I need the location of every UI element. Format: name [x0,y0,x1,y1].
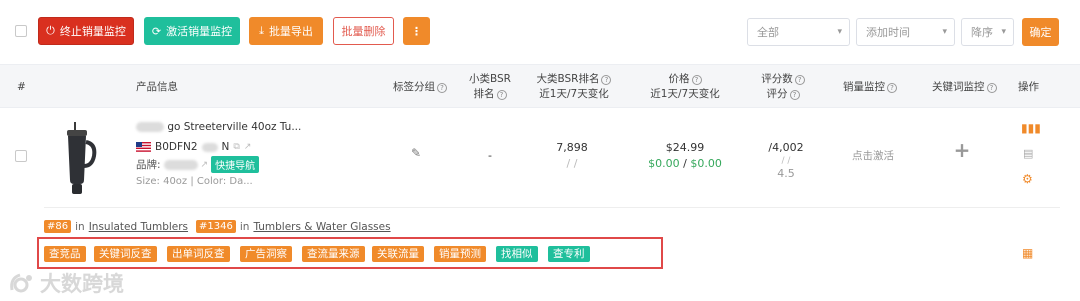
header-reviews: 评分数? 评分? [758,72,808,102]
watermark: 大数跨境 [8,268,124,298]
product-image[interactable] [60,122,98,196]
help-icon[interactable]: ? [437,83,447,93]
main-bsr-change: / / [566,157,578,170]
row-divider [44,207,1060,208]
more-vertical-icon: ⋮ [411,24,422,38]
related-traffic-button[interactable]: 关联流量 [372,246,424,262]
activate-sales-monitor-button[interactable]: ⟳ 激活销量监控 [144,17,240,45]
help-icon[interactable]: ? [496,90,507,100]
blurred-text [201,142,218,152]
product-variant: Size: 40oz | Color: Da... [136,176,253,187]
header-actions: 操作 [1018,81,1039,93]
header-sales-monitor: 销量监控? [843,80,897,95]
stop-sales-monitor-button[interactable]: ⏻ 终止销量监控 [38,17,134,45]
price-separator: / [683,157,687,170]
row-checkbox[interactable] [15,150,27,162]
bar-chart-icon[interactable]: ▮▮▮ [1021,120,1041,136]
main-bsr-cell: 7,898 / / [540,140,604,172]
ad-insight-button[interactable]: 广告洞察 [240,246,292,262]
help-icon[interactable]: ? [794,75,805,85]
chevron-down-icon: ▾ [942,27,947,37]
sort-order-select[interactable]: 降序 ▾ [961,18,1014,46]
category-link[interactable]: Tumblers & Water Glasses [253,221,390,233]
us-flag-icon [136,142,151,152]
bulk-export-button[interactable]: ⤓ 批量导出 [249,17,323,45]
table-header: # 产品信息 标签分组? 小类BSR 排名? 大类BSR排名? 近1天/7天变化… [0,64,1080,108]
confirm-button[interactable]: 确定 [1022,18,1059,46]
rank-badge: #1346 [196,220,236,233]
refresh-icon: ⟳ [151,24,162,38]
sort-field-select[interactable]: 添加时间 ▾ [856,18,955,46]
chevron-down-icon: ▾ [1001,27,1006,37]
sub-bsr-value: - [488,149,492,162]
price-change-1d: $0.00 [648,157,680,170]
header-keyword-monitor: 关键词监控? [932,80,997,95]
find-competitors-button[interactable]: 查竞品 [44,246,86,262]
main-bsr-value: 7,898 [556,141,588,154]
select-all-checkbox[interactable] [15,25,27,37]
add-keyword-monitor-button[interactable]: + [953,140,971,160]
toolbar: ⏻ 终止销量监控 ⟳ 激活销量监控 ⤓ 批量导出 批量删除 ⋮ 全部 ▾ 添加时… [0,0,1080,64]
help-icon[interactable]: ? [986,83,997,93]
rank-badge: #86 [44,220,72,233]
power-icon: ⏻ [46,24,55,37]
help-icon[interactable]: ? [691,75,702,85]
copy-icon[interactable]: ⧉ [233,142,239,152]
blurred-text [163,159,198,170]
header-sub-bsr: 小类BSR 排名? [469,73,511,100]
traffic-source-button[interactable]: 查流量来源 [302,246,365,262]
table-row: go Streeterville 40oz Tu... B0DFN2 N ⧉ ↗ … [0,108,1080,208]
asin-prefix[interactable]: B0DFN2 [155,141,198,153]
find-similar-button[interactable]: 找相似 [496,246,538,262]
help-icon[interactable]: ? [601,75,612,85]
price-cell: $24.99 $0.00 / $0.00 [640,140,730,172]
header-index: # [17,81,26,93]
external-link-icon[interactable]: ↗ [244,142,252,152]
activate-monitor-link[interactable]: 点击激活 [848,148,898,164]
price-value: $24.99 [665,141,705,154]
price-change-7d: $0.00 [690,157,722,170]
product-brand: 品牌: ↗ 快捷导航 [136,156,260,173]
header-tag-group: 标签分组? [393,80,447,95]
product-title[interactable]: go Streeterville 40oz Tu... [136,121,301,133]
logo-icon [10,273,32,293]
external-link-icon[interactable]: ↗ [201,160,209,170]
patent-check-button[interactable]: 查专利 [548,246,590,262]
header-main-bsr: 大类BSR排名? 近1天/7天变化 [530,72,618,102]
reviews-change: / / [781,156,791,166]
help-icon[interactable]: ? [887,83,897,93]
chevron-down-icon: ▾ [837,27,842,37]
more-options-button[interactable]: ⋮ [403,17,430,45]
pencil-icon[interactable]: ✎ [411,145,421,161]
quick-nav-button[interactable]: 快捷导航 [211,156,260,173]
header-product-info: 产品信息 [136,81,178,93]
reviews-value: /4,002 [768,141,804,154]
download-icon: ⤓ [259,24,264,37]
header-price: 价格? 近1天/7天变化 [650,73,720,100]
bsr-rank-line: #86 in Insulated Tumblers #1346 in Tumbl… [44,220,391,233]
rating-value: 4.5 [777,167,795,180]
blurred-text [136,122,164,132]
sales-forecast-button[interactable]: 销量预测 [434,246,486,262]
product-asin: B0DFN2 N ⧉ ↗ [136,141,251,153]
bulk-delete-button[interactable]: 批量删除 [333,17,394,45]
asin-suffix[interactable]: N [222,141,230,153]
settings-icon[interactable]: ⚙ [1022,171,1033,187]
order-keyword-reverse-button[interactable]: 出单词反查 [167,246,230,262]
calculator-icon[interactable]: ▦ [1022,246,1033,260]
reviews-cell: /4,002 / / 4.5 [758,140,814,182]
category-link[interactable]: Insulated Tumblers [89,221,188,233]
keyword-reverse-button[interactable]: 关键词反查 [94,246,157,262]
help-icon[interactable]: ? [789,90,800,100]
filter-select[interactable]: 全部 ▾ [747,18,850,46]
document-icon[interactable]: ▤ [1023,146,1033,162]
